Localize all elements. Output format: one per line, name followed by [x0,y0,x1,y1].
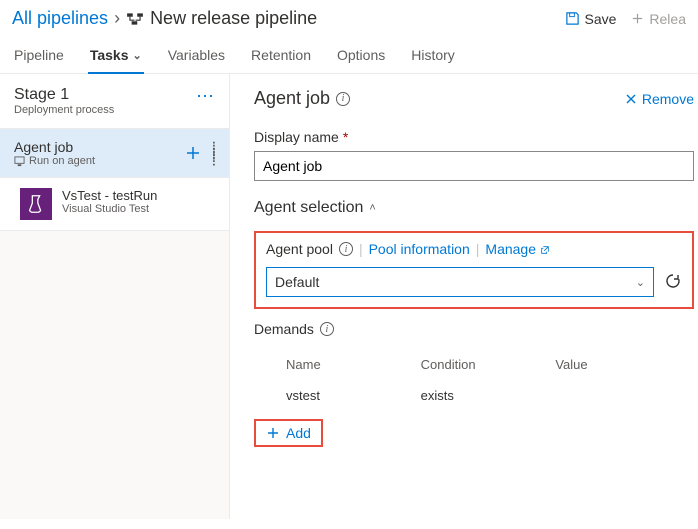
add-demand-button[interactable]: Add [254,419,323,447]
tab-options[interactable]: Options [335,39,387,73]
demands-row[interactable]: vstest exists [254,380,694,411]
close-icon [624,92,638,106]
info-icon[interactable]: i [339,242,353,256]
breadcrumb-root-link[interactable]: All pipelines [12,8,108,29]
chevron-down-icon: ⌄ [133,49,142,62]
manage-link[interactable]: Manage [485,241,549,257]
tab-history[interactable]: History [409,39,457,73]
save-button[interactable]: Save [565,11,616,27]
stage-header[interactable]: Stage 1 Deployment process ⋯ [0,74,229,129]
chevron-up-icon: ˄ [369,202,375,214]
tabs: Pipeline Tasks ⌄ Variables Retention Opt… [0,39,698,74]
sidebar: Stage 1 Deployment process ⋯ Agent job R… [0,74,230,519]
plus-icon [630,11,645,26]
display-name-label: Display name* [254,129,694,145]
agent-pool-label: Agent pool [266,241,333,257]
save-icon [565,11,580,26]
agent-icon [14,156,25,167]
agent-pool-section: Agent pool i | Pool information | Manage… [254,231,694,309]
vstest-icon [20,188,52,220]
tab-variables[interactable]: Variables [166,39,227,73]
tab-pipeline[interactable]: Pipeline [12,39,66,73]
agent-selection-toggle[interactable]: Agent selection ˄ [254,199,694,217]
stage-title: Stage 1 [14,86,114,104]
plus-icon [266,426,280,440]
refresh-button[interactable] [664,272,682,293]
display-name-input[interactable] [254,151,694,181]
external-link-icon [540,245,550,255]
job-title: Agent job [14,139,95,155]
demands-table-header: Name Condition Value [254,349,694,380]
breadcrumb-separator: › [114,8,120,29]
drag-handle-icon[interactable]: ⡇⡇⡇ [211,144,219,162]
task-subtitle: Visual Studio Test [62,203,157,215]
remove-button[interactable]: Remove [624,91,694,107]
demands-label: Demands [254,321,314,337]
pipeline-icon [126,10,144,28]
tab-tasks[interactable]: Tasks ⌄ [88,39,144,73]
refresh-icon [664,272,682,290]
stage-subtitle: Deployment process [14,104,114,116]
page-title: Agent job i [254,88,350,109]
breadcrumb-current: New release pipeline [150,8,317,29]
task-title: VsTest - testRun [62,188,157,203]
chevron-down-icon: ⌄ [636,276,645,289]
main-panel: Agent job i Remove Display name* Agent s… [230,74,698,519]
sidebar-task-vstest[interactable]: VsTest - testRun Visual Studio Test [0,178,229,231]
stage-menu-button[interactable]: ⋯ [196,86,215,107]
tab-retention[interactable]: Retention [249,39,313,73]
sidebar-agent-job[interactable]: Agent job Run on agent ⡇⡇⡇ [0,129,229,178]
info-icon[interactable]: i [336,92,350,106]
job-subtitle: Run on agent [14,155,95,167]
agent-pool-select[interactable]: Default ⌄ [266,267,654,297]
release-button[interactable]: Relea [630,11,686,27]
info-icon[interactable]: i [320,322,334,336]
pool-information-link[interactable]: Pool information [369,241,470,257]
add-task-icon[interactable] [183,143,203,163]
breadcrumb: All pipelines › New release pipeline [12,8,317,29]
